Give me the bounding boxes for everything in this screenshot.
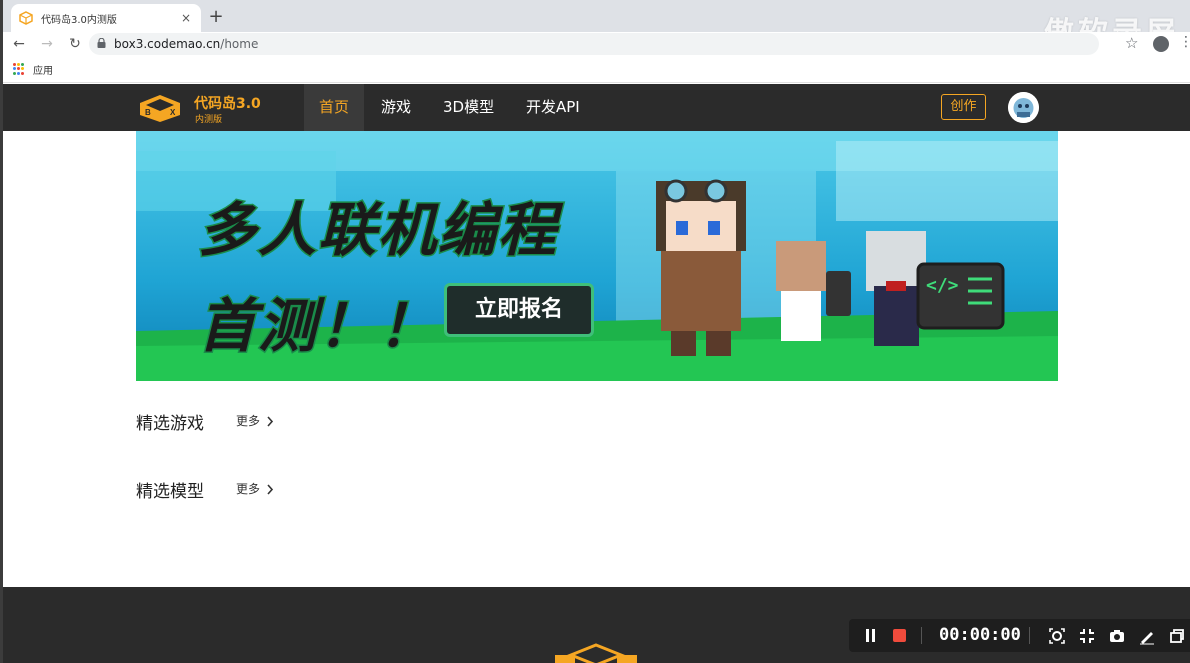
window-icon[interactable]	[1168, 627, 1186, 645]
avatar[interactable]	[1008, 92, 1039, 123]
footer-logo-icon	[555, 643, 637, 663]
more-models-link[interactable]: 更多	[236, 480, 274, 497]
nav-dev-api[interactable]: 开发API	[511, 84, 595, 131]
site-header: B X 代码岛3.0 内测版 首页 游戏 3D模型 开发API 创作	[3, 84, 1190, 131]
pause-icon[interactable]	[865, 629, 877, 642]
reload-icon[interactable]: ↻	[63, 32, 87, 56]
promo-banner[interactable]: </> 多人联机编程 首测！！ 立即报名	[136, 131, 1058, 381]
page: 代码岛3.0内测版 × + 傲软录屏 ← → ↻ box3.codemao.cn…	[0, 0, 1190, 663]
screen-recorder-toolbar: 00:00:00	[849, 619, 1190, 652]
collapse-icon[interactable]	[1078, 627, 1096, 645]
nav-home[interactable]: 首页	[304, 84, 365, 131]
bookmarks-bar: 应用	[3, 56, 1190, 83]
nav-3d-models[interactable]: 3D模型	[428, 84, 509, 131]
more-label: 更多	[236, 482, 261, 496]
star-icon[interactable]: ☆	[1125, 34, 1138, 52]
lock-icon	[97, 37, 106, 51]
browser-tabbar: 代码岛3.0内测版 × + 傲软录屏	[3, 0, 1190, 51]
register-now-button[interactable]: 立即报名	[444, 283, 594, 337]
url-host: box3.codemao.cn	[114, 37, 221, 51]
more-games-link[interactable]: 更多	[236, 412, 274, 429]
tab-close-icon[interactable]: ×	[179, 11, 193, 25]
logo-icon[interactable]: B X	[136, 93, 184, 123]
divider	[1029, 627, 1030, 644]
address-bar[interactable]: box3.codemao.cn /home	[89, 33, 1099, 55]
browser-toolbar: ← → ↻ box3.codemao.cn /home ☆ ⋮	[3, 32, 1190, 56]
more-label: 更多	[236, 414, 261, 428]
divider	[921, 627, 922, 644]
banner-title: 多人联机编程	[196, 195, 559, 266]
new-tab-button[interactable]: +	[205, 6, 227, 28]
forward-icon[interactable]: →	[35, 32, 59, 56]
tab-title: 代码岛3.0内测版	[41, 14, 117, 26]
chevron-right-icon	[267, 484, 273, 495]
section-title-models: 精选模型	[136, 482, 204, 502]
profile-icon[interactable]	[1153, 36, 1169, 52]
brand-subtitle: 内测版	[195, 115, 223, 125]
svg-text:B: B	[145, 108, 151, 117]
back-icon[interactable]: ←	[7, 32, 31, 56]
nav-games[interactable]: 游戏	[366, 84, 426, 131]
favicon-icon	[19, 11, 33, 25]
banner-subtitle: 首测！！	[196, 291, 439, 362]
code-symbol: </>	[926, 275, 959, 296]
section-title-games: 精选游戏	[136, 414, 204, 434]
brand-name[interactable]: 代码岛3.0	[194, 93, 261, 113]
chevron-right-icon	[267, 416, 273, 427]
create-button[interactable]: 创作	[941, 94, 986, 120]
pen-icon[interactable]	[1138, 627, 1156, 645]
menu-icon[interactable]: ⋮	[1179, 34, 1190, 50]
recording-timer: 00:00:00	[939, 625, 1021, 645]
apps-icon[interactable]	[13, 63, 25, 75]
screenshot-icon[interactable]	[1048, 627, 1066, 645]
stop-icon[interactable]	[893, 629, 906, 642]
bookmark-apps-label[interactable]: 应用	[33, 62, 53, 77]
camera-icon[interactable]	[1108, 627, 1126, 645]
browser-tab[interactable]: 代码岛3.0内测版 ×	[11, 4, 201, 32]
url-path: /home	[220, 37, 259, 51]
svg-text:X: X	[170, 108, 176, 117]
